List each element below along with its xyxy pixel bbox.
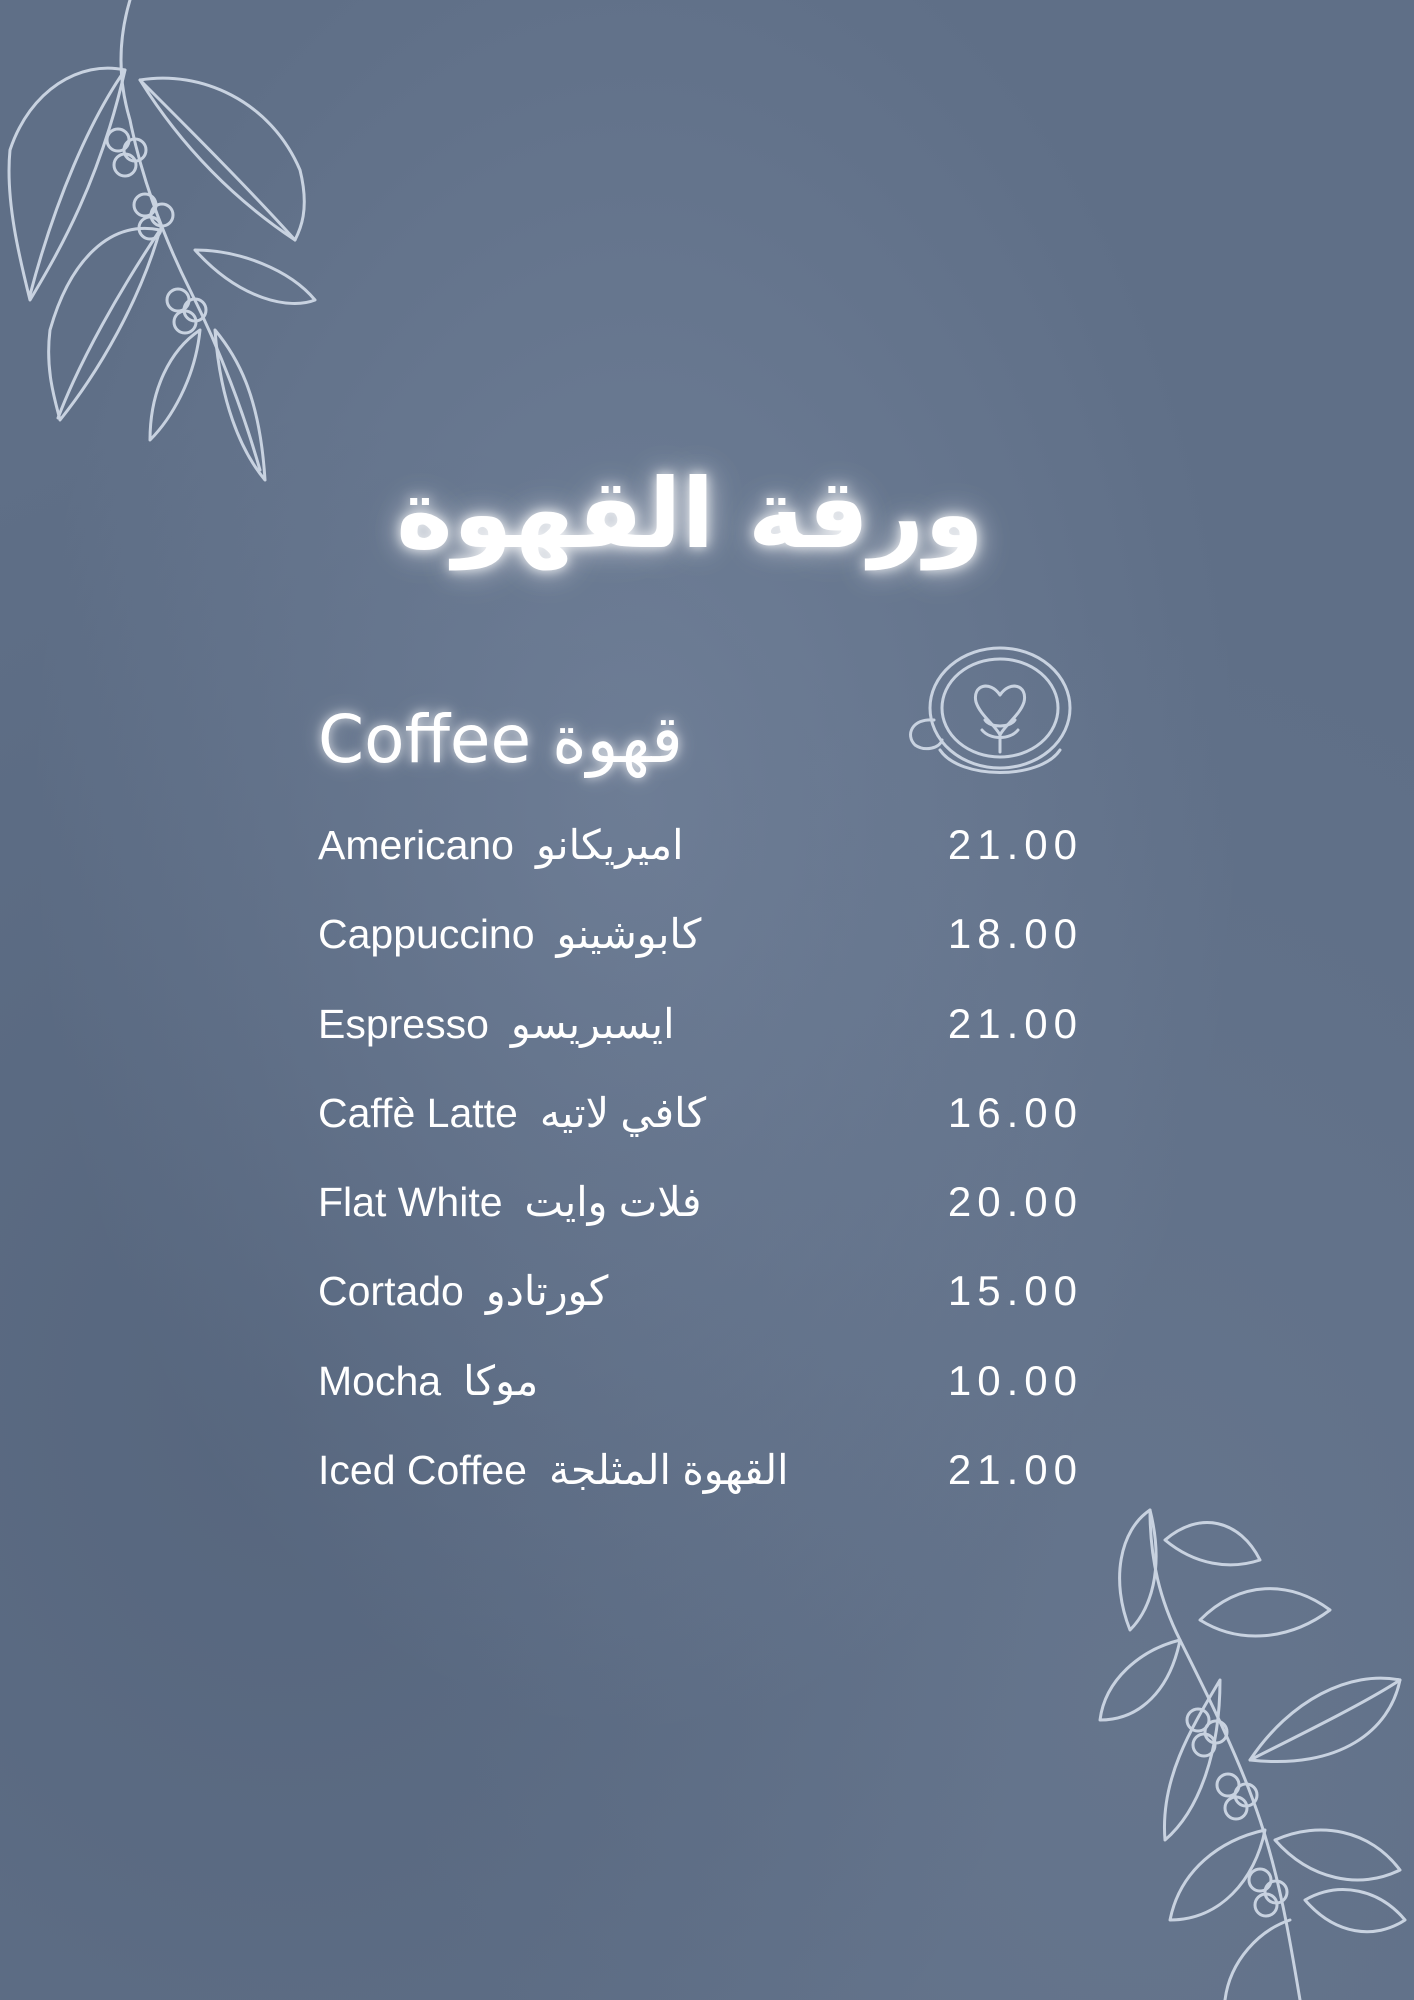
menu-item-name-ar: اميريكانو — [535, 822, 684, 868]
menu-item-name: Iced Coffee القهوة المثلجة — [318, 1442, 789, 1498]
menu-item-price: 10.00 — [947, 1356, 1083, 1404]
menu-item-name-ar: فلات وايت — [524, 1179, 702, 1226]
menu-item-name-ar: موكا — [463, 1357, 539, 1404]
page-title: ورقة القهوة — [396, 458, 984, 571]
menu-item-name-en: Americano — [318, 822, 514, 868]
menu-item-name-ar: القهوة المثلجة — [548, 1447, 789, 1494]
coffee-branch-bottom-illustration — [1098, 1508, 1407, 2000]
menu-item-name-en: Espresso — [318, 1000, 489, 1047]
menu-item: Flat White فلات وايت 20.00 — [318, 1162, 1083, 1251]
menu-item-name-ar: كابوشينو — [556, 911, 702, 958]
menu-item-name-ar: كورتادو — [485, 1268, 609, 1315]
menu-item-name-en: Caffè Latte — [318, 1089, 518, 1136]
menu-item-name: Mocha موكا — [318, 1353, 538, 1409]
menu-item: Caffè Latte كافي لاتيه 16.00 — [318, 1073, 1083, 1162]
menu-item: Espresso ايسبريسو 21.00 — [318, 984, 1083, 1073]
menu-item: Cappuccino كابوشينو 18.00 — [318, 894, 1083, 983]
menu-item: Cortado كورتادو 15.00 — [318, 1251, 1083, 1340]
section-title: Coffee قهوة — [318, 701, 683, 778]
menu-item-price: 20.00 — [947, 1178, 1083, 1226]
menu-item-name-ar: كافي لاتيه — [539, 1089, 707, 1136]
menu-item-name-en: Cortado — [318, 1268, 464, 1315]
menu-item-name: Flat White فلات وايت — [318, 1174, 701, 1230]
menu-list: Americano اميريكانو 21.00 Cappuccino كابوش… — [318, 805, 1083, 1519]
menu-item-name-en: Cappuccino — [318, 911, 535, 958]
menu-item: Mocha موكا 10.00 — [318, 1341, 1083, 1430]
menu-item-price: 16.00 — [947, 1088, 1083, 1136]
menu-item-name: Espresso ايسبريسو — [318, 996, 674, 1052]
menu-item-price: 18.00 — [947, 910, 1083, 958]
menu-item-name-ar: ايسبريسو — [510, 1000, 675, 1047]
menu-item-name: Caffè Latte كافي لاتيه — [318, 1085, 706, 1141]
menu-item-name: Cappuccino كابوشينو — [318, 906, 701, 962]
coffee-branch-top-illustration — [7, 0, 317, 482]
menu-item: Americano اميريكانو 21.00 — [318, 805, 1083, 894]
menu-item-name-en: Mocha — [318, 1357, 442, 1404]
menu-item-price: 21.00 — [947, 821, 1083, 868]
menu-item: Iced Coffee القهوة المثلجة 21.00 — [318, 1430, 1083, 1519]
coffee-cup-icon — [909, 646, 1072, 774]
menu-item-price: 21.00 — [947, 1446, 1083, 1494]
menu-item-name: Cortado كورتادو — [318, 1263, 608, 1319]
menu-item-name-en: Iced Coffee — [318, 1447, 527, 1494]
menu-item-price: 21.00 — [947, 999, 1083, 1047]
menu-item-price: 15.00 — [947, 1267, 1083, 1315]
menu-item-name-en: Flat White — [318, 1179, 503, 1226]
menu-item-name: Americano اميريكانو — [318, 817, 683, 873]
